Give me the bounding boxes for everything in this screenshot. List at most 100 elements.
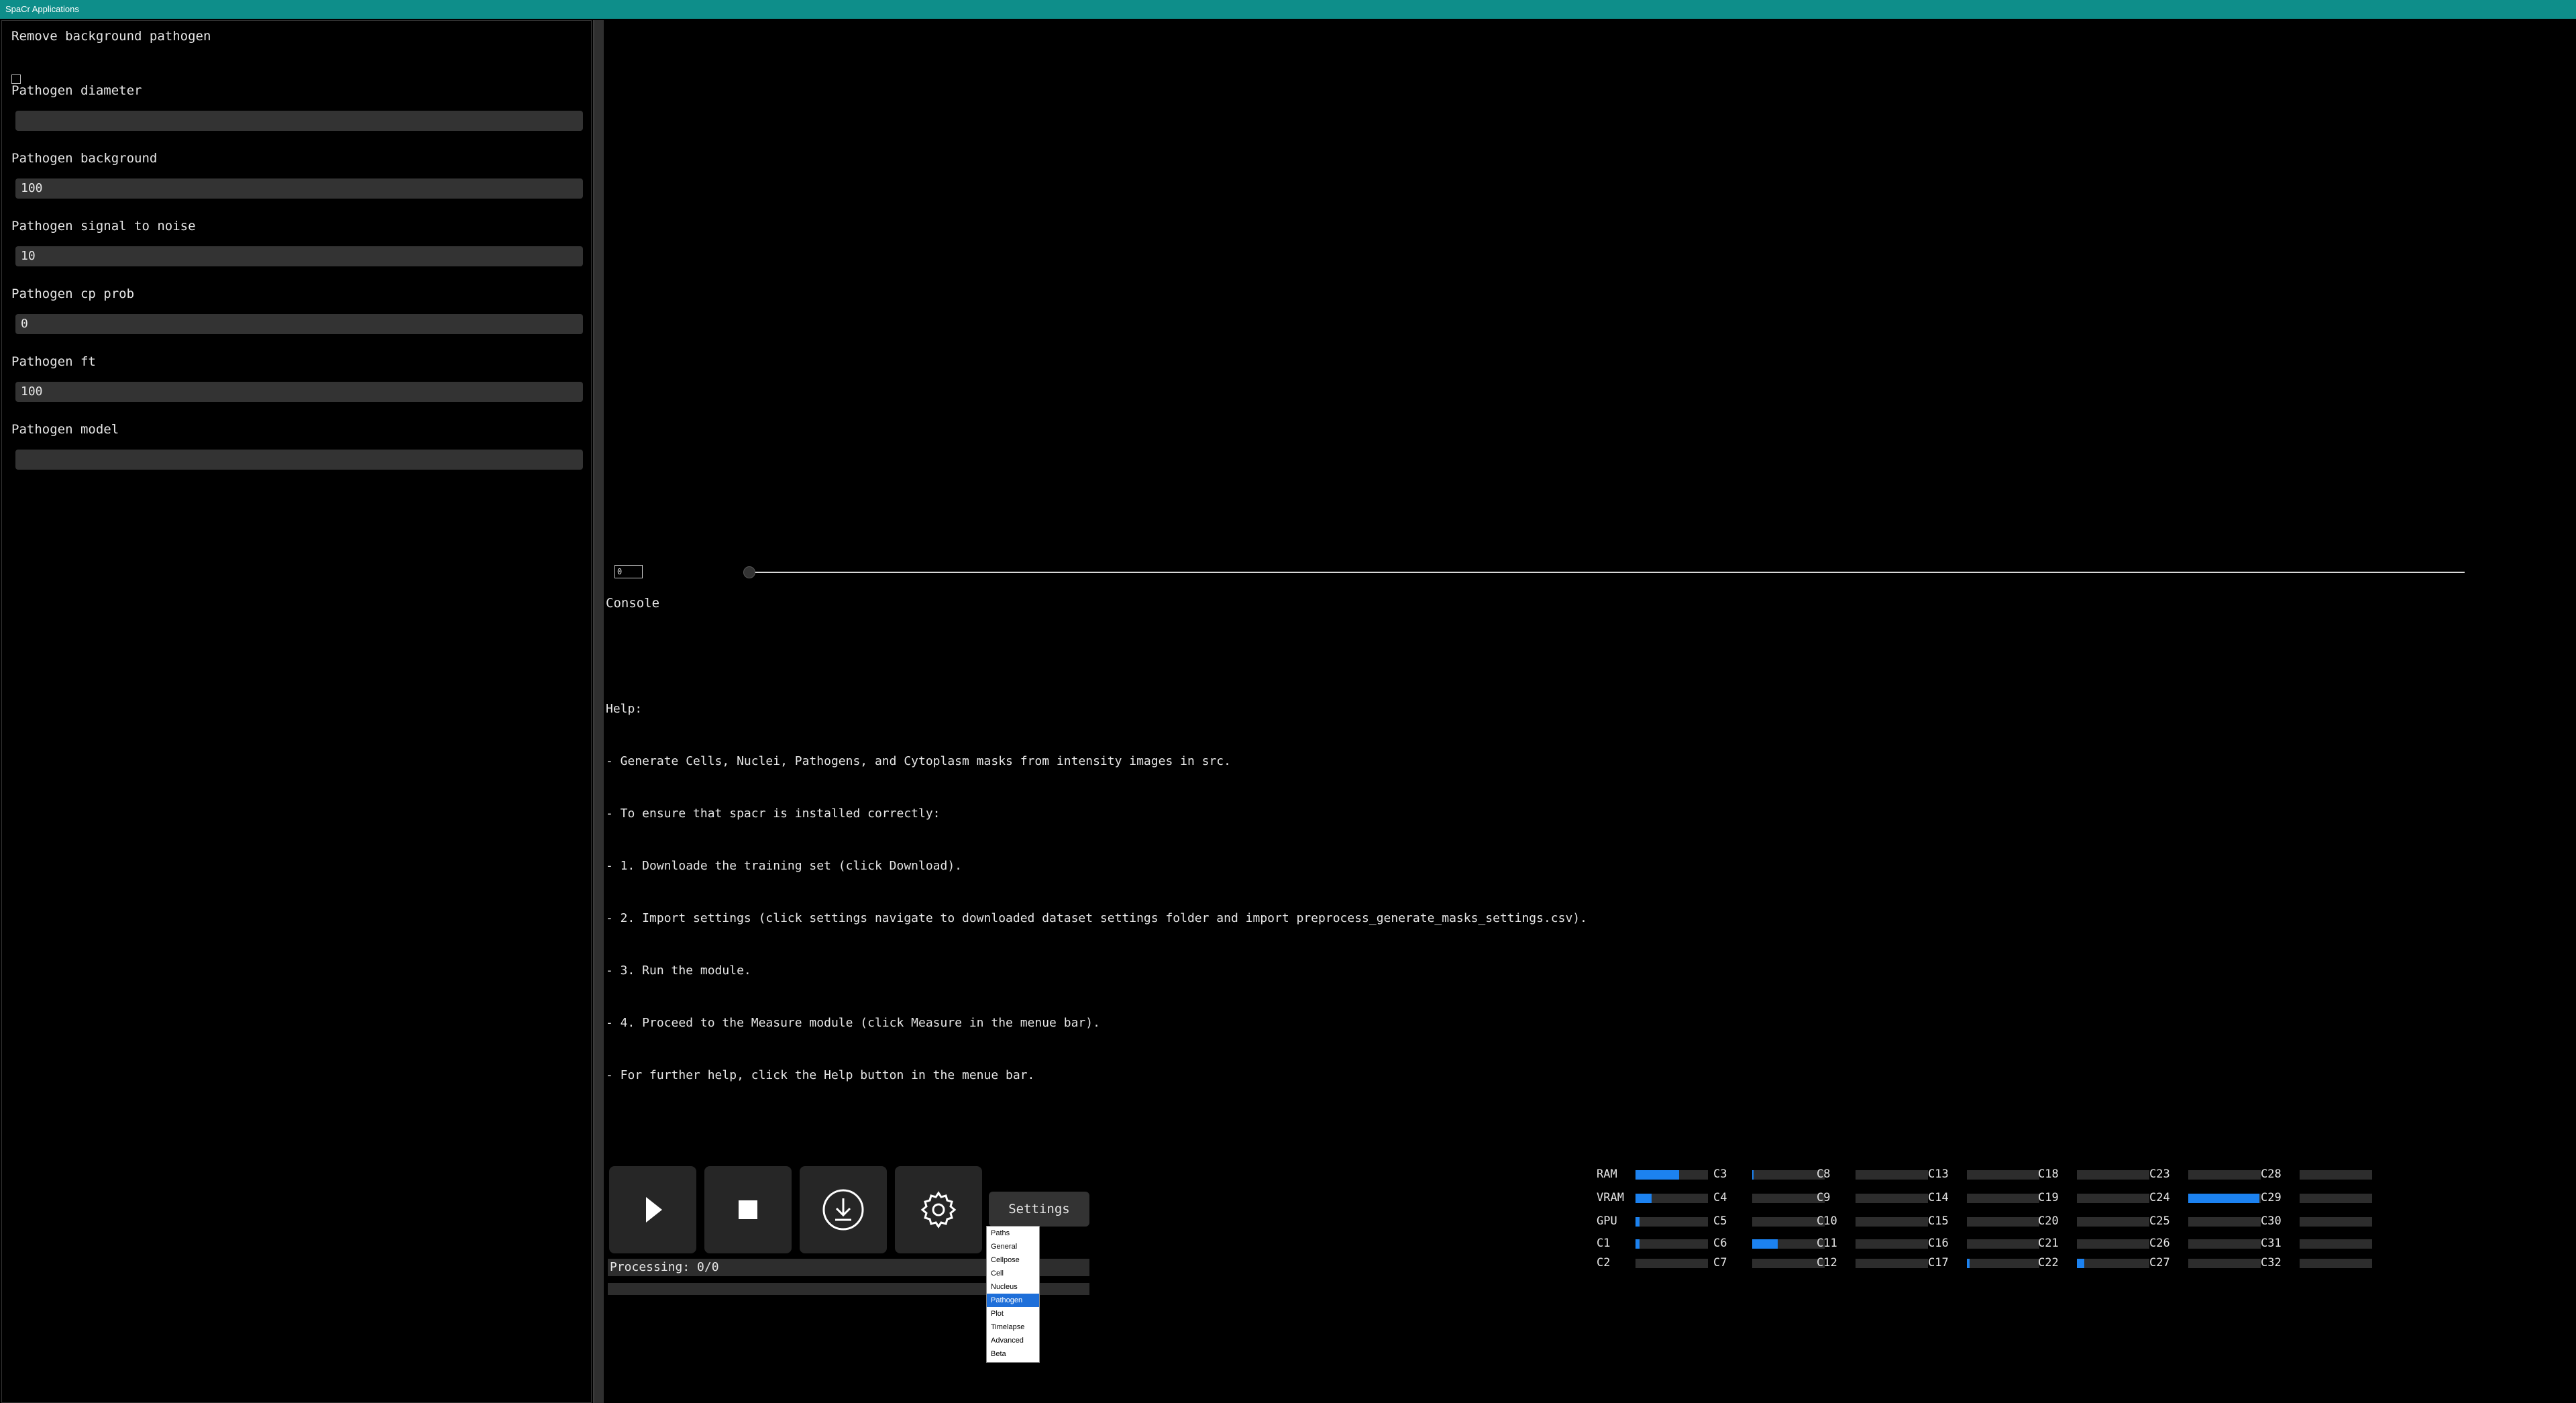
help-line: - Generate Cells, Nuclei, Pathogens, and… bbox=[606, 754, 1231, 768]
meter-label-c1: C1 bbox=[1597, 1237, 1611, 1250]
console-help-text: Help: - Generate Cells, Nuclei, Pathogen… bbox=[606, 666, 1587, 1102]
meter-bar-c13 bbox=[1967, 1170, 2039, 1180]
meter-bar-c26 bbox=[2188, 1239, 2261, 1249]
meter-bar-c17 bbox=[1967, 1259, 2039, 1268]
meter-bar-c11 bbox=[1856, 1239, 1928, 1249]
meter-label-ram: RAM bbox=[1597, 1167, 1617, 1181]
dropdown-option-beta[interactable]: Beta bbox=[987, 1347, 1039, 1361]
frame-slider-track[interactable] bbox=[750, 572, 2465, 573]
meter-fill-gpu bbox=[1635, 1217, 1640, 1227]
meter-label-vram: VRAM bbox=[1597, 1191, 1624, 1204]
meter-label-c2: C2 bbox=[1597, 1256, 1611, 1269]
dropdown-option-pathogen[interactable]: Pathogen bbox=[987, 1294, 1039, 1307]
meter-label-c27: C27 bbox=[2149, 1256, 2170, 1269]
meter-fill-c3 bbox=[1752, 1170, 1754, 1180]
field-label-ft: Pathogen ft bbox=[11, 354, 96, 369]
meter-bar-c31 bbox=[2300, 1239, 2372, 1249]
meter-label-c4: C4 bbox=[1713, 1191, 1727, 1204]
meter-label-c13: C13 bbox=[1928, 1167, 1949, 1181]
field-input-signal-to-noise[interactable]: 10 bbox=[15, 246, 583, 266]
download-button[interactable] bbox=[800, 1166, 887, 1253]
field-input-diameter[interactable] bbox=[15, 111, 583, 131]
stop-button[interactable] bbox=[704, 1166, 792, 1253]
meter-label-c20: C20 bbox=[2038, 1214, 2059, 1228]
remove-bg-checkbox[interactable] bbox=[11, 74, 21, 84]
meter-bar-c2 bbox=[1635, 1259, 1708, 1268]
meter-bar-c30 bbox=[2300, 1217, 2372, 1227]
meter-bar-c22 bbox=[2077, 1259, 2149, 1268]
meter-label-c17: C17 bbox=[1928, 1256, 1949, 1269]
meter-label-c16: C16 bbox=[1928, 1237, 1949, 1250]
dropdown-option-cell[interactable]: Cell bbox=[987, 1267, 1039, 1280]
meter-bar-c24 bbox=[2188, 1194, 2261, 1203]
meter-bar-c16 bbox=[1967, 1239, 2039, 1249]
field-label-diameter: Pathogen diameter bbox=[11, 83, 142, 98]
meter-bar-c15 bbox=[1967, 1217, 2039, 1227]
meter-label-c12: C12 bbox=[1817, 1256, 1837, 1269]
meter-label-c11: C11 bbox=[1817, 1237, 1837, 1250]
meter-bar-c3 bbox=[1752, 1170, 1825, 1180]
dropdown-option-timelapse[interactable]: Timelapse bbox=[987, 1320, 1039, 1334]
settings-gear-button[interactable] bbox=[895, 1166, 982, 1253]
meter-bar-ram bbox=[1635, 1170, 1708, 1180]
meter-label-c10: C10 bbox=[1817, 1214, 1837, 1228]
settings-button[interactable]: Settings bbox=[989, 1192, 1089, 1227]
meter-label-c29: C29 bbox=[2261, 1191, 2282, 1204]
meter-bar-c19 bbox=[2077, 1194, 2149, 1203]
meter-bar-c27 bbox=[2188, 1259, 2261, 1268]
dropdown-option-general[interactable]: General bbox=[987, 1240, 1039, 1253]
meter-label-c23: C23 bbox=[2149, 1167, 2170, 1181]
meter-bar-c32 bbox=[2300, 1259, 2372, 1268]
frame-slider-handle[interactable] bbox=[743, 566, 755, 578]
field-label-model: Pathogen model bbox=[11, 422, 119, 437]
field-input-ft[interactable]: 100 bbox=[15, 382, 583, 402]
meter-label-gpu: GPU bbox=[1597, 1214, 1617, 1228]
meter-label-c7: C7 bbox=[1713, 1256, 1727, 1269]
meter-label-c8: C8 bbox=[1817, 1167, 1831, 1181]
meter-label-c22: C22 bbox=[2038, 1256, 2059, 1269]
meter-bar-c10 bbox=[1856, 1217, 1928, 1227]
help-line: - 1. Downloade the training set (click D… bbox=[606, 859, 963, 873]
gear-icon bbox=[920, 1191, 957, 1229]
dropdown-option-plot[interactable]: Plot bbox=[987, 1307, 1039, 1320]
meter-label-c15: C15 bbox=[1928, 1214, 1949, 1228]
dropdown-option-nucleus[interactable]: Nucleus bbox=[987, 1280, 1039, 1294]
dropdown-option-advanced[interactable]: Advanced bbox=[987, 1334, 1039, 1347]
meter-fill-c24 bbox=[2188, 1194, 2259, 1203]
field-input-model[interactable] bbox=[15, 450, 583, 470]
meter-bar-c29 bbox=[2300, 1194, 2372, 1203]
meter-bar-c6 bbox=[1752, 1239, 1825, 1249]
meter-label-c14: C14 bbox=[1928, 1191, 1949, 1204]
meter-fill-c1 bbox=[1635, 1239, 1640, 1249]
meter-bar-c14 bbox=[1967, 1194, 2039, 1203]
help-line: Help: bbox=[606, 702, 643, 716]
meter-label-c30: C30 bbox=[2261, 1214, 2282, 1228]
meter-bar-c1 bbox=[1635, 1239, 1708, 1249]
meter-label-c32: C32 bbox=[2261, 1256, 2282, 1269]
play-icon bbox=[646, 1197, 662, 1223]
meter-bar-c12 bbox=[1856, 1259, 1928, 1268]
download-icon bbox=[822, 1189, 864, 1231]
help-line: - 2. Import settings (click settings nav… bbox=[606, 911, 1587, 925]
meter-bar-c18 bbox=[2077, 1170, 2149, 1180]
settings-dropdown[interactable]: Paths General Cellpose Cell Nucleus Path… bbox=[986, 1226, 1040, 1363]
run-button[interactable] bbox=[609, 1166, 696, 1253]
meter-bar-c28 bbox=[2300, 1170, 2372, 1180]
meter-label-c28: C28 bbox=[2261, 1167, 2282, 1181]
dropdown-option-cellpose[interactable]: Cellpose bbox=[987, 1253, 1039, 1267]
meter-label-c18: C18 bbox=[2038, 1167, 2059, 1181]
meter-fill-c17 bbox=[1967, 1259, 1970, 1268]
meter-label-c5: C5 bbox=[1713, 1214, 1727, 1228]
field-input-cp-prob[interactable]: 0 bbox=[15, 314, 583, 334]
frame-index-input[interactable]: 0 bbox=[614, 565, 643, 578]
dropdown-option-paths[interactable]: Paths bbox=[987, 1227, 1039, 1240]
panel-splitter[interactable] bbox=[593, 20, 604, 1403]
meter-bar-c8 bbox=[1856, 1170, 1928, 1180]
meter-bar-c25 bbox=[2188, 1217, 2261, 1227]
meter-label-c21: C21 bbox=[2038, 1237, 2059, 1250]
meter-bar-c23 bbox=[2188, 1170, 2261, 1180]
meter-label-c3: C3 bbox=[1713, 1167, 1727, 1181]
remove-bg-label: Remove background pathogen bbox=[11, 29, 211, 44]
meter-bar-c7 bbox=[1752, 1259, 1825, 1268]
field-input-background[interactable]: 100 bbox=[15, 178, 583, 199]
